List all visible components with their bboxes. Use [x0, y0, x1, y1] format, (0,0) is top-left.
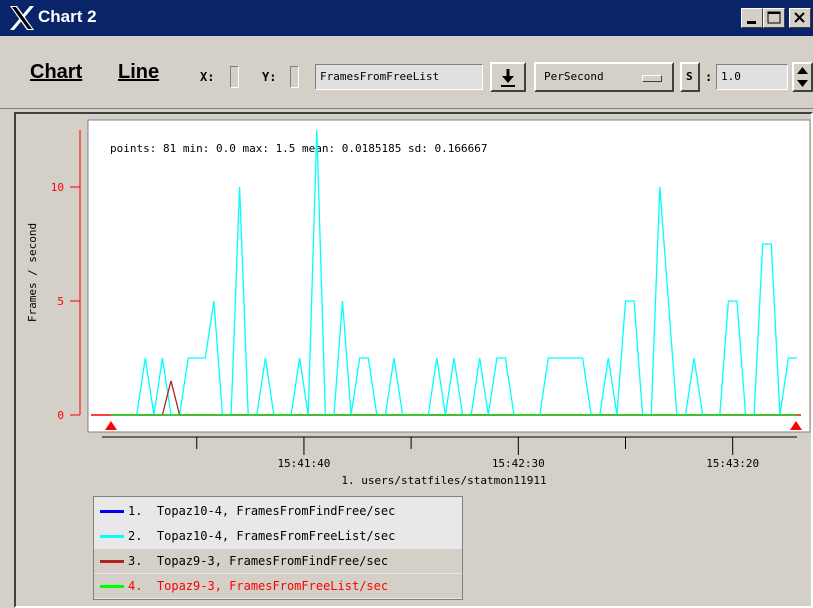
scale-input-value: 1.0: [721, 70, 741, 83]
scale-spinner[interactable]: [792, 62, 813, 92]
legend-item[interactable]: 3. Topaz9-3, FramesFromFindFree/sec: [94, 549, 462, 573]
mode-select-value: PerSecond: [544, 70, 604, 83]
s-button-label: S: [686, 70, 693, 83]
legend-swatch: [100, 535, 124, 538]
y-tick-label: 10: [51, 181, 64, 194]
scale-input[interactable]: 1.0: [716, 64, 788, 90]
menu-chart[interactable]: Chart: [30, 61, 82, 84]
x-logo-icon: [10, 6, 34, 30]
down-arrow-icon: [501, 69, 515, 87]
window-title: Chart 2: [38, 7, 97, 26]
title-bar: Chart 2: [0, 0, 813, 36]
plot-area: [87, 119, 811, 433]
legend-label: 4. Topaz9-3, FramesFromFreeList/sec: [128, 579, 389, 593]
close-button[interactable]: [789, 8, 811, 28]
scale-separator: :: [705, 70, 713, 84]
stats-text: points: 81 min: 0.0 max: 1.5 mean: 0.018…: [110, 142, 488, 155]
x-axis-label: 1. users/statfiles/statmon11911: [341, 474, 546, 487]
x-tick-label: 15:41:40: [277, 457, 330, 470]
x-indicator: [230, 66, 239, 88]
minimize-icon: [747, 21, 756, 24]
y-tick-label: 0: [57, 409, 64, 422]
legend-label: 2. Topaz10-4, FramesFromFreeList/sec: [128, 529, 396, 543]
menu-line[interactable]: Line: [118, 61, 159, 84]
mode-select[interactable]: PerSecond: [534, 62, 674, 92]
download-button[interactable]: [490, 62, 526, 92]
maximize-icon: [767, 11, 781, 24]
legend-label: 3. Topaz9-3, FramesFromFindFree/sec: [128, 554, 389, 568]
legend-item[interactable]: 1. Topaz10-4, FramesFromFindFree/sec: [94, 499, 462, 523]
legend-item[interactable]: 4. Topaz9-3, FramesFromFreeList/sec: [94, 574, 462, 598]
x-tick-label: 15:42:30: [492, 457, 545, 470]
y-label: Y:: [262, 70, 277, 84]
legend-swatch: [100, 510, 124, 513]
legend-swatch: [100, 560, 124, 563]
y-indicator: [290, 66, 299, 88]
legend-swatch: [100, 585, 124, 588]
metric-field[interactable]: FramesFromFreeList: [315, 64, 483, 90]
menu-line-label: Line: [118, 61, 160, 83]
legend-item[interactable]: 2. Topaz10-4, FramesFromFreeList/sec: [94, 524, 462, 548]
metric-field-value: FramesFromFreeList: [320, 70, 440, 83]
x-label: X:: [200, 70, 215, 84]
y-tick-label: 5: [57, 295, 64, 308]
legend: 1. Topaz10-4, FramesFromFindFree/sec 2. T…: [93, 496, 463, 600]
s-button[interactable]: S: [680, 62, 700, 92]
y-axis-label: Frames / second: [26, 223, 39, 322]
option-menu-indicator-icon: [642, 75, 662, 82]
spinner-arrows-icon: [797, 67, 808, 87]
maximize-button[interactable]: [763, 8, 785, 28]
menu-chart-label: Chart: [30, 61, 83, 83]
close-icon: [794, 12, 805, 23]
minimize-button[interactable]: [741, 8, 763, 28]
x-tick-label: 15:43:20: [706, 457, 759, 470]
legend-label: 1. Topaz10-4, FramesFromFindFree/sec: [128, 504, 396, 518]
